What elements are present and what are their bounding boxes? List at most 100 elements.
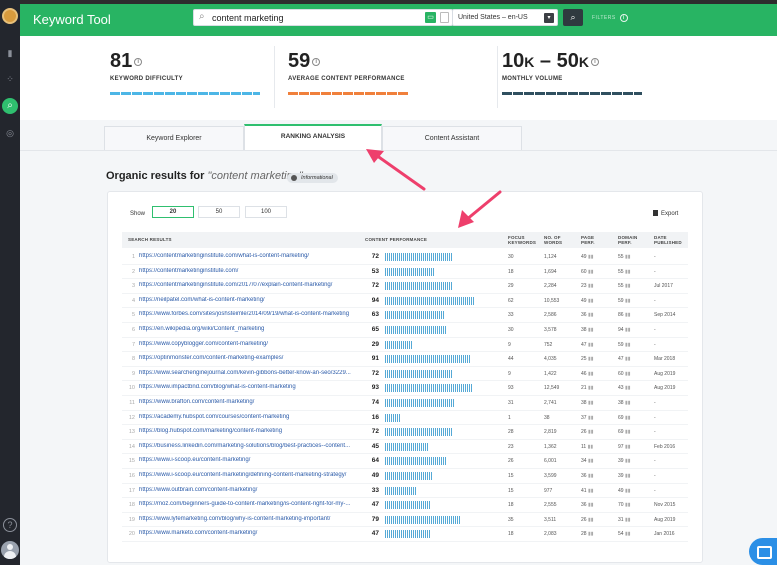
bar-chart-icon: ▮▮ xyxy=(624,385,631,392)
table-row[interactable]: 10 https://www.impactbnd.com/blog/what-is… xyxy=(122,381,688,396)
table-row[interactable]: 6 https://en.wikipedia.org/wiki/Content_m… xyxy=(122,323,688,338)
info-icon[interactable]: i xyxy=(134,57,143,66)
result-url-link[interactable]: https://moz.com/beginners-guide-to-conte… xyxy=(139,501,359,507)
table-row[interactable]: 20 https://www.marketo.com/content-market… xyxy=(122,527,688,542)
col-no-of-words[interactable]: NO. OF WORDS xyxy=(544,235,562,245)
table-row[interactable]: 14 https://business.linkedin.com/marketin… xyxy=(122,440,688,455)
domain-perf-cell: 70 ▮▮ xyxy=(618,502,630,508)
row-index: 7 xyxy=(131,341,135,348)
result-url-link[interactable]: https://academy.hubspot.com/courses/cont… xyxy=(139,414,359,420)
bar-chart-icon: ▮▮ xyxy=(587,531,594,538)
result-url-link[interactable]: https://en.wikipedia.org/wiki/Content_ma… xyxy=(139,326,359,332)
chat-widget-icon[interactable] xyxy=(749,538,777,565)
export-button[interactable]: Export xyxy=(653,210,678,217)
table-row[interactable]: 12 https://academy.hubspot.com/courses/co… xyxy=(122,411,688,426)
mobile-icon[interactable] xyxy=(440,12,449,23)
table-row[interactable]: 15 https://www.i-scoop.eu/content-marketi… xyxy=(122,454,688,469)
focus-keywords-value: 15 xyxy=(508,472,514,479)
col-content-performance[interactable]: CONTENT PERFORMANCE xyxy=(365,237,427,242)
performance-bar xyxy=(385,253,453,261)
col-focus-keywords[interactable]: FOCUS KEYWORDS xyxy=(508,235,536,245)
nodes-icon[interactable]: ⁘ xyxy=(4,74,16,84)
app-logo-icon[interactable] xyxy=(2,8,18,24)
search-input[interactable] xyxy=(212,11,412,24)
page-perf-cell: 26 ▮▮ xyxy=(581,429,593,435)
tab-keyword-explorer[interactable]: Keyword Explorer xyxy=(104,126,244,150)
result-url-link[interactable]: https://www.i-scoop.eu/content-marketing… xyxy=(139,457,359,463)
page-size-20[interactable]: 20 xyxy=(152,206,194,218)
result-url-link[interactable]: https://www.impactbnd.com/blog/what-is-c… xyxy=(139,384,359,390)
results-card: Show 20 50 100 Export SEARCH RESULTS CON… xyxy=(107,191,703,563)
result-url-link[interactable]: https://www.searchenginejournal.com/kevi… xyxy=(139,370,359,376)
bar-chart-icon: ▮▮ xyxy=(587,268,594,275)
col-page-perf[interactable]: PAGE PERF. xyxy=(581,235,595,245)
row-index: 12 xyxy=(128,414,135,421)
row-index: 8 xyxy=(131,356,135,363)
domain-perf-cell: 86 ▮▮ xyxy=(618,312,630,318)
locale-select[interactable]: United States – en-US ▾ xyxy=(452,9,558,26)
domain-perf-value: 31 xyxy=(618,516,624,523)
result-url-link[interactable]: https://www.marketo.com/content-marketin… xyxy=(139,530,359,536)
result-url-link[interactable]: https://blog.hubspot.com/marketing/conte… xyxy=(139,428,359,434)
organic-title-text: Organic results for xyxy=(106,170,205,182)
table-row[interactable]: 7 https://www.copyblogger.com/content-mar… xyxy=(122,338,688,353)
performance-bar xyxy=(385,384,473,393)
page-perf-value: 28 xyxy=(581,531,587,538)
desktop-icon[interactable]: ▭ xyxy=(425,12,436,23)
table-row[interactable]: 16 https://www.i-scoop.eu/content-marketi… xyxy=(122,469,688,484)
page-perf-value: 38 xyxy=(581,399,587,406)
result-url-link[interactable]: https://www.lyfemarketing.com/blog/why-i… xyxy=(139,516,359,522)
result-url-link[interactable]: https://contentmarketinginstitute.com/wh… xyxy=(139,253,359,259)
result-url-link[interactable]: https://business.linkedin.com/marketing-… xyxy=(139,443,359,449)
page-size-100[interactable]: 100 xyxy=(245,206,287,218)
performance-bar xyxy=(385,325,447,334)
row-index: 17 xyxy=(128,487,135,494)
performance-score: 16 xyxy=(371,413,379,421)
result-url-link[interactable]: https://optinmonster.com/content-marketi… xyxy=(139,355,359,361)
result-url-link[interactable]: https://neilpatel.com/what-is-content-ma… xyxy=(139,297,359,303)
table-row[interactable]: 13 https://blog.hubspot.com/marketing/con… xyxy=(122,425,688,440)
result-url-link[interactable]: https://www.brafton.com/content-marketin… xyxy=(139,399,359,405)
col-date-published[interactable]: DATE PUBLISHED xyxy=(654,235,682,245)
date-published-value: Mar 2018 xyxy=(654,356,676,363)
table-row[interactable]: 11 https://www.brafton.com/content-market… xyxy=(122,396,688,411)
table-row[interactable]: 2 https://contentmarketinginstitute.com/5… xyxy=(122,265,688,280)
col-domain-perf[interactable]: DOMAIN PERF. xyxy=(618,235,637,245)
volume-min: 10 xyxy=(502,50,525,72)
result-url-link[interactable]: https://www.forbes.com/sites/joshsteimle… xyxy=(139,311,359,317)
search-nav-icon[interactable]: ⌕ xyxy=(2,98,18,114)
word-count-value: 1,124 xyxy=(544,254,557,260)
bar-chart-icon: ▮▮ xyxy=(587,356,594,363)
table-row[interactable]: 18 https://moz.com/beginners-guide-to-con… xyxy=(122,498,688,513)
table-row[interactable]: 9 https://www.searchenginejournal.com/kev… xyxy=(122,367,688,382)
filters-toggle[interactable]: FILTERS i xyxy=(592,14,628,22)
show-label: Show xyxy=(130,211,146,217)
col-search-results[interactable]: SEARCH RESULTS xyxy=(128,237,172,242)
result-url-link[interactable]: https://www.outbrain.com/content-marketi… xyxy=(139,487,359,493)
settings-icon[interactable]: ◎ xyxy=(4,128,16,138)
result-url-link[interactable]: https://www.copyblogger.com/content-mark… xyxy=(139,341,359,347)
table-row[interactable]: 17 https://www.outbrain.com/content-marke… xyxy=(122,484,688,499)
table-row[interactable]: 8 https://optinmonster.com/content-market… xyxy=(122,352,688,367)
result-url-link[interactable]: https://www.i-scoop.eu/content-marketing… xyxy=(139,472,359,478)
result-url-link[interactable]: https://contentmarketinginstitute.com/20… xyxy=(139,282,359,288)
performance-score: 94 xyxy=(371,296,379,304)
search-button[interactable]: ⌕ xyxy=(563,9,583,26)
table-row[interactable]: 3 https://contentmarketinginstitute.com/2… xyxy=(122,279,688,294)
table-row[interactable]: 1 https://contentmarketinginstitute.com/w… xyxy=(122,250,688,265)
table-row[interactable]: 5 https://www.forbes.com/sites/joshsteiml… xyxy=(122,308,688,323)
page-perf-value: 49 xyxy=(581,297,587,304)
user-avatar[interactable] xyxy=(1,541,19,559)
table-row[interactable]: 4 https://neilpatel.com/what-is-content-m… xyxy=(122,294,688,309)
col-page-line2: PERF. xyxy=(581,240,595,245)
page-size-50[interactable]: 50 xyxy=(198,206,240,218)
info-icon[interactable]: i xyxy=(312,57,321,66)
bar-chart-icon: ▮▮ xyxy=(587,254,594,260)
result-url-link[interactable]: https://contentmarketinginstitute.com/ xyxy=(139,268,359,274)
table-row[interactable]: 19 https://www.lyfemarketing.com/blog/why… xyxy=(122,513,688,528)
stats-icon[interactable]: ▮ xyxy=(4,48,16,58)
info-icon[interactable]: i xyxy=(591,57,599,66)
search-box[interactable]: ⌕ ▭ xyxy=(193,9,453,26)
domain-perf-cell: 31 ▮▮ xyxy=(618,517,630,523)
help-icon[interactable]: ? xyxy=(3,518,17,532)
